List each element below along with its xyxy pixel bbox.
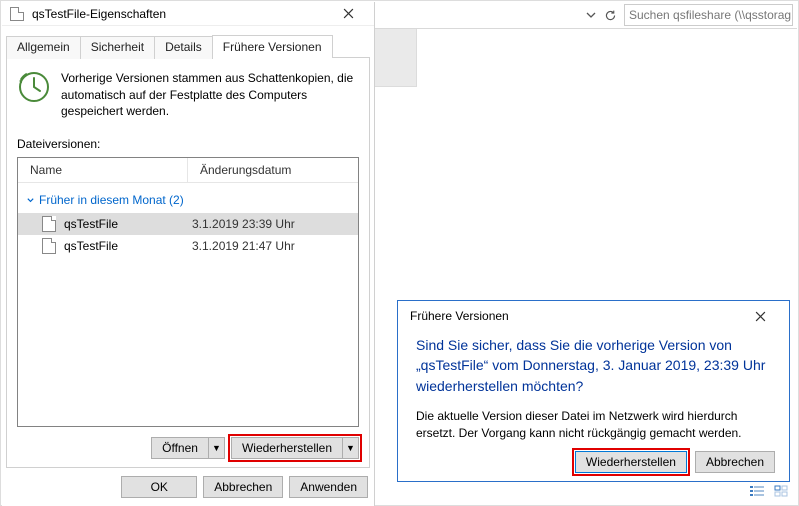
confirm-titlebar: Frühere Versionen [398,301,789,331]
properties-title: qsTestFile-Eigenschaften [32,7,328,21]
apply-button[interactable]: Anwenden [289,476,368,498]
history-icon [17,70,51,104]
tab-strip: Allgemein Sicherheit Details Frühere Ver… [2,32,374,57]
tab-security[interactable]: Sicherheit [80,36,155,59]
tab-details[interactable]: Details [154,36,213,59]
open-button[interactable]: Öffnen ▼ [151,437,225,459]
file-date: 3.1.2019 21:47 Uhr [192,239,295,253]
open-button-label: Öffnen [152,438,208,458]
file-date: 3.1.2019 23:39 Uhr [192,217,295,231]
group-header[interactable]: Früher in diesem Monat (2) [18,189,358,213]
confirm-main-text: Sind Sie sicher, dass Sie die vorherige … [398,331,789,404]
close-icon[interactable] [755,311,783,322]
tab-previous-versions[interactable]: Frühere Versionen [212,35,333,58]
refresh-icon[interactable] [601,6,619,24]
cancel-button[interactable]: Abbrechen [203,476,283,498]
view-large-icon[interactable] [770,483,792,499]
dropdown-arrow-icon[interactable]: ▼ [342,438,358,458]
chevron-down-icon [26,196,35,205]
file-icon [42,216,56,232]
file-name: qsTestFile [64,217,192,231]
properties-titlebar: qsTestFile-Eigenschaften [2,2,374,26]
restore-button[interactable]: Wiederherstellen ▼ [231,437,359,459]
confirm-cancel-button[interactable]: Abbrechen [695,451,775,473]
tab-panel-previous-versions: Vorherige Versionen stammen aus Schatten… [6,57,370,468]
document-icon [10,7,24,21]
file-versions-list: Name Änderungsdatum Früher in diesem Mon… [17,157,359,427]
column-header-date[interactable]: Änderungsdatum [188,158,358,182]
list-item[interactable]: qsTestFile 3.1.2019 23:39 Uhr [18,213,358,235]
close-icon[interactable] [328,3,368,25]
confirm-title: Frühere Versionen [410,309,755,323]
description-text: Vorherige Versionen stammen aus Schatten… [61,70,359,119]
column-header-name[interactable]: Name [18,158,188,182]
confirm-dialog: Frühere Versionen Sind Sie sicher, dass … [397,300,790,482]
confirm-restore-button[interactable]: Wiederherstellen [575,451,687,473]
address-dropdown-icon[interactable] [582,6,600,24]
group-label: Früher in diesem Monat (2) [39,193,184,207]
properties-dialog: qsTestFile-Eigenschaften Allgemein Siche… [2,2,375,506]
confirm-body-text: Die aktuelle Version dieser Datei im Net… [398,404,789,452]
file-icon [42,238,56,254]
explorer-view-icons [746,483,792,499]
file-name: qsTestFile [64,239,192,253]
ok-button[interactable]: OK [121,476,197,498]
search-placeholder: Suchen qsfileshare (\\qsstorag... [629,8,793,22]
list-header: Name Änderungsdatum [18,158,358,183]
dropdown-arrow-icon[interactable]: ▼ [208,438,224,458]
restore-button-label: Wiederherstellen [232,438,342,458]
explorer-address-bar: Suchen qsfileshare (\\qsstorag... [375,2,797,29]
view-details-icon[interactable] [746,483,768,499]
list-item[interactable]: qsTestFile 3.1.2019 21:47 Uhr [18,235,358,257]
explorer-ribbon-fragment [375,29,417,87]
versions-label: Dateiversionen: [17,137,359,151]
search-input[interactable]: Suchen qsfileshare (\\qsstorag... [624,4,793,26]
dialog-button-row: OK Abbrechen Anwenden [2,468,374,506]
tab-general[interactable]: Allgemein [6,36,81,59]
